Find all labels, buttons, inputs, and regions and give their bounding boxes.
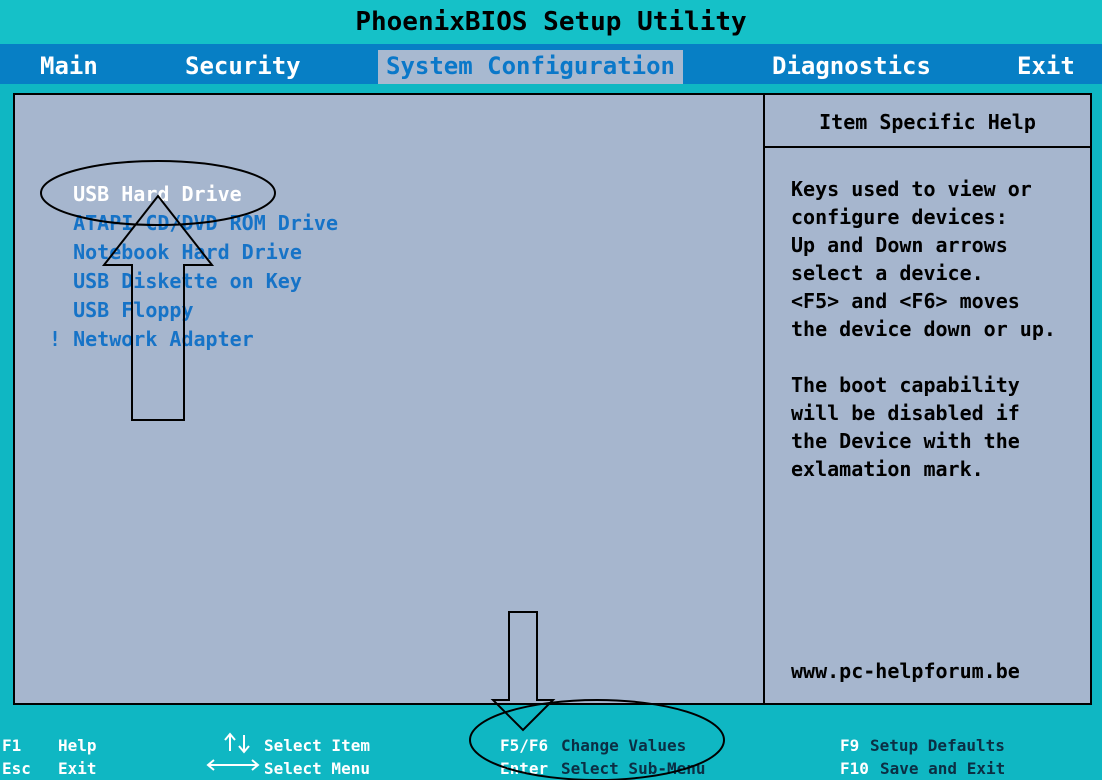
up-arrow-annotation-icon	[101, 194, 215, 421]
highlight-ellipse-usb	[40, 160, 276, 226]
highlight-ellipse-f5f6	[469, 699, 725, 780]
annotation-overlay	[40, 160, 725, 780]
down-arrow-annotation-icon	[490, 611, 556, 732]
